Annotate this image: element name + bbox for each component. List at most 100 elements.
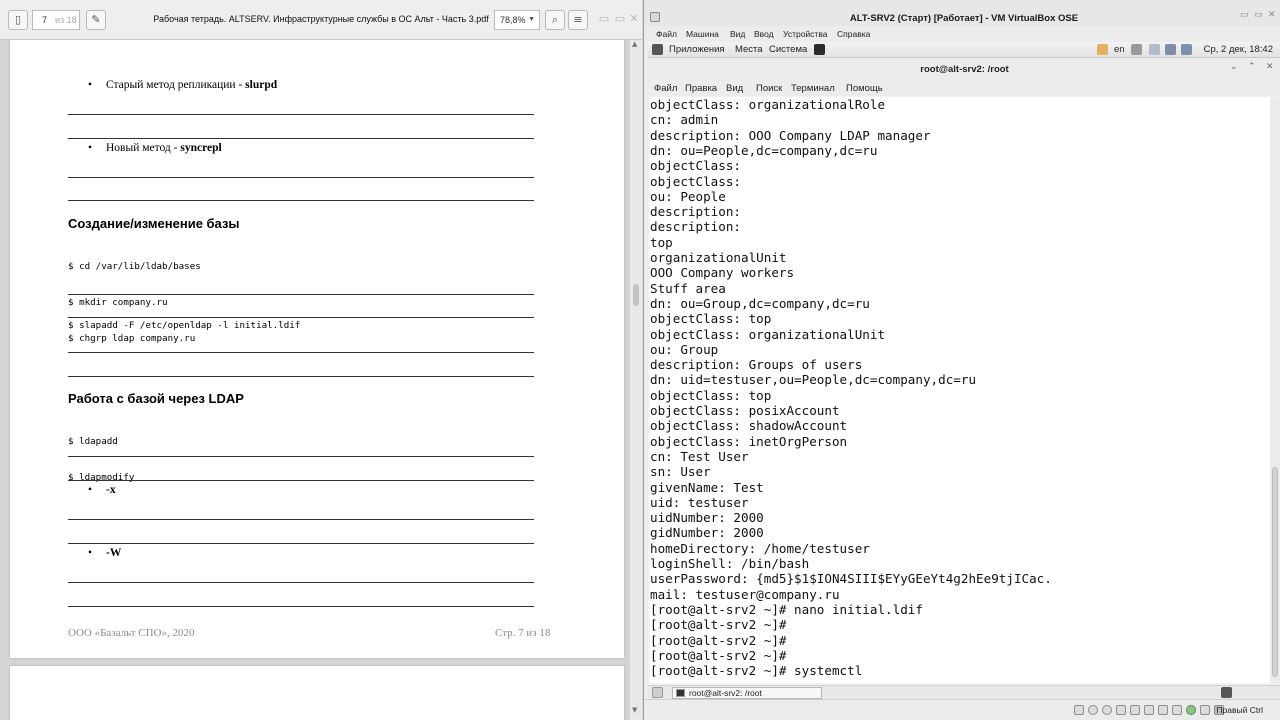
- usb-icon[interactable]: [1130, 705, 1140, 715]
- terminal-line: [root@alt-srv2 ~]#: [650, 617, 787, 633]
- terminal-menu-help[interactable]: Помощь: [846, 83, 883, 94]
- writing-line: [68, 456, 534, 457]
- page-current: 7: [42, 15, 48, 25]
- scroll-down-icon[interactable]: ▼: [632, 706, 637, 714]
- mouse-integration-icon[interactable]: [1200, 705, 1210, 715]
- close-icon[interactable]: ✕: [1266, 62, 1274, 72]
- terminal-line: description: OOO Company LDAP manager: [650, 127, 931, 143]
- terminal-line: [root@alt-srv2 ~]# systemctl: [650, 663, 863, 679]
- terminal-menu-search[interactable]: Поиск: [756, 83, 782, 94]
- clipboard-icon[interactable]: [1149, 44, 1160, 55]
- hard-disk-icon[interactable]: [1074, 705, 1084, 715]
- vbox-menu-machine[interactable]: Машина: [686, 29, 719, 39]
- maximize-icon[interactable]: ▭: [1254, 10, 1263, 20]
- writing-line: [68, 114, 534, 115]
- writing-line: [68, 294, 534, 295]
- zoom-value: 78,8%: [500, 15, 526, 25]
- virtualization-icon[interactable]: [1186, 705, 1196, 715]
- scroll-thumb[interactable]: [1272, 467, 1278, 677]
- terminal-line: dn: ou=Group,dc=company,dc=ru: [650, 295, 870, 311]
- terminal-line: OOO Company workers: [650, 265, 795, 281]
- pdf-document-area[interactable]: • Старый метод репликации - slurpd • Новый…: [0, 40, 630, 720]
- terminal-launcher-icon[interactable]: [814, 44, 825, 55]
- vbox-menu-help[interactable]: Справка: [837, 29, 870, 39]
- writing-line: [68, 606, 534, 607]
- terminal-line: objectClass:: [650, 158, 741, 174]
- scroll-up-icon[interactable]: ▲: [632, 40, 637, 48]
- terminal-menu-file[interactable]: Файл: [654, 83, 677, 94]
- terminal-line: uidNumber: 2000: [650, 510, 764, 526]
- terminal-menu-edit[interactable]: Правка: [685, 83, 717, 94]
- keyboard-layout[interactable]: en: [1114, 44, 1125, 55]
- terminal-menu-view[interactable]: Вид: [726, 83, 743, 94]
- minimize-icon[interactable]: ▭: [1240, 10, 1249, 20]
- page-number-field[interactable]: 7 из 18: [32, 10, 80, 30]
- audio-icon[interactable]: [1102, 705, 1112, 715]
- pdf-toolbar: ▯ 7 из 18 ✎ Рабочая тетрадь. ALTSERV. Ин…: [0, 0, 642, 40]
- terminal-line: userPassword: {md5}$1$ION4SIII$EYyGEeYt4…: [650, 571, 1052, 587]
- panel-menu-applications[interactable]: Приложения: [669, 44, 725, 55]
- network-adapter-icon[interactable]: [1116, 705, 1126, 715]
- apps-menu-icon[interactable]: [652, 44, 663, 55]
- page-footer-right: Стр. 7 из 18: [495, 627, 551, 639]
- taskbar-item-terminal[interactable]: root@alt-srv2: /root: [672, 687, 822, 699]
- panel-menu-system[interactable]: Система: [769, 44, 807, 55]
- host-key-label: Правый Ctrl: [1216, 705, 1263, 715]
- terminal-output[interactable]: objectClass: organizationalRole cn: admin…: [650, 97, 1270, 683]
- shared-folder-icon[interactable]: [1144, 705, 1154, 715]
- chevron-down-icon[interactable]: ⌄: [1230, 62, 1238, 72]
- terminal-line: ou: Group: [650, 341, 719, 357]
- annotate-pencil-icon[interactable]: ✎: [86, 10, 106, 30]
- menu-icon[interactable]: ≡: [568, 10, 588, 30]
- terminal-line: objectClass:: [650, 173, 741, 189]
- network-icon[interactable]: [1181, 44, 1192, 55]
- terminal-line: sn: User: [650, 464, 711, 480]
- terminal-menu-terminal[interactable]: Терминал: [791, 83, 835, 94]
- writing-line: [68, 480, 534, 481]
- guest-display[interactable]: Приложения Места Система en Ср, 2 дек, 1…: [648, 42, 1280, 720]
- terminal-line: homeDirectory: /home/testuser: [650, 540, 870, 556]
- vbox-menubar: Файл Машина Вид Ввод Устройства Справка: [644, 26, 1280, 42]
- bullet-w: • -W: [88, 547, 122, 559]
- terminal-line: top: [650, 234, 673, 250]
- terminal-line: objectClass: shadowAccount: [650, 418, 848, 434]
- taskbar-item-label: root@alt-srv2: /root: [689, 688, 762, 698]
- scroll-thumb[interactable]: [633, 284, 639, 306]
- vbox-menu-devices[interactable]: Устройства: [783, 29, 827, 39]
- workspace-switcher-icon[interactable]: [1221, 687, 1232, 698]
- search-icon[interactable]: ⌕: [545, 10, 565, 30]
- sidebar-toggle-icon[interactable]: ▯: [8, 10, 28, 30]
- panel-clock[interactable]: Ср, 2 дек, 18:42: [1204, 44, 1273, 55]
- pdf-page: • Старый метод репликации - slurpd • Новый…: [10, 40, 624, 658]
- chevron-up-icon[interactable]: ⌃: [1248, 62, 1256, 72]
- terminal-line: objectClass: top: [650, 311, 772, 327]
- guest-top-panel: Приложения Места Система en Ср, 2 дек, 1…: [648, 42, 1280, 58]
- show-desktop-icon[interactable]: [652, 687, 663, 698]
- display-icon[interactable]: [1158, 705, 1168, 715]
- close-icon[interactable]: ✕: [624, 10, 642, 30]
- volume-icon[interactable]: [1131, 44, 1142, 55]
- panel-menu-places[interactable]: Места: [735, 44, 763, 55]
- terminal-line: description: Groups of users: [650, 357, 863, 373]
- terminal-line: cn: Test User: [650, 448, 749, 464]
- writing-line: [68, 200, 534, 201]
- vbox-menu-file[interactable]: Файл: [656, 29, 677, 39]
- vbox-menu-input[interactable]: Ввод: [754, 29, 774, 39]
- vbox-title: ALT-SRV2 (Старт) [Работает] - VM Virtual…: [849, 13, 1079, 24]
- vbox-menu-view[interactable]: Вид: [730, 29, 745, 39]
- optical-drive-icon[interactable]: [1088, 705, 1098, 715]
- close-icon[interactable]: ✕: [1268, 10, 1276, 20]
- network-icon[interactable]: [1165, 44, 1176, 55]
- terminal-line: gidNumber: 2000: [650, 525, 764, 541]
- terminal-scrollbar[interactable]: [1270, 97, 1280, 683]
- writing-line: [68, 519, 534, 520]
- video-capture-icon[interactable]: [1172, 705, 1182, 715]
- terminal-line: dn: uid=testuser,ou=People,dc=company,dc…: [650, 372, 977, 388]
- pdf-scrollbar[interactable]: ▲ ▼: [630, 40, 642, 720]
- code-block-1: $ cd /var/lib/ldab/bases $ mkdir company…: [68, 261, 201, 344]
- zoom-select[interactable]: 78,8% ▼: [494, 10, 540, 30]
- keyboard-icon[interactable]: [1097, 44, 1108, 55]
- writing-line: [68, 543, 534, 544]
- document-title: Рабочая тетрадь. ALTSERV. Инфраструктурн…: [153, 14, 489, 24]
- terminal-line: objectClass: organizationalUnit: [650, 326, 886, 342]
